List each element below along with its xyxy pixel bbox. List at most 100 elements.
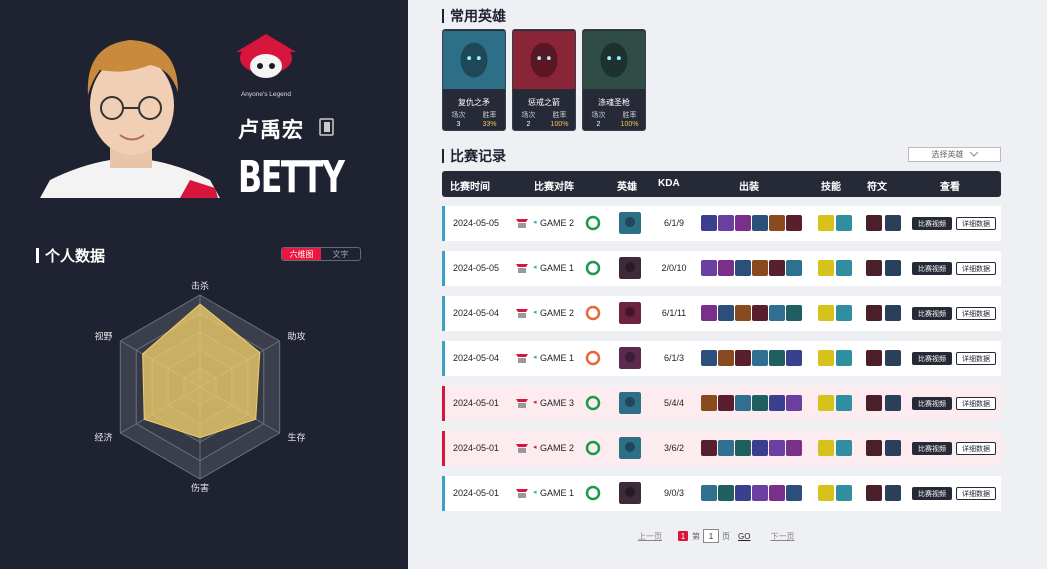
runes-group	[866, 440, 901, 456]
match-row: 2024-05-05 ◂ GAME 1 2/0/10 比赛视频 详细数据	[442, 251, 1001, 286]
games-value: 3	[456, 121, 461, 128]
item-icon	[786, 260, 802, 276]
rune-secondary-icon	[885, 305, 901, 321]
rune-secondary-icon	[885, 260, 901, 276]
hero-icon	[619, 482, 641, 504]
match-video-button[interactable]: 比赛视频	[912, 217, 952, 230]
match-row: 2024-05-04 ◂ GAME 1 6/1/3 比赛视频 详细数据	[442, 341, 1001, 376]
current-page-indicator: 1	[678, 531, 688, 541]
hero-name: 涤魂圣枪	[598, 98, 630, 107]
skill-heal-icon	[836, 440, 852, 456]
item-icon	[701, 305, 717, 321]
toggle-radar[interactable]: 六维图	[282, 248, 321, 260]
result-arrow-icon: ◂	[533, 399, 537, 406]
item-icon	[735, 260, 751, 276]
hero-card[interactable]: 惩戒之箭 场次 2 胜率 100%	[512, 29, 576, 131]
item-icon	[769, 485, 785, 501]
match-detail-button[interactable]: 详细数据	[956, 442, 996, 455]
opponent-logo-icon	[585, 260, 601, 276]
match-video-button[interactable]: 比赛视频	[912, 487, 952, 500]
game-number: GAME 2	[540, 443, 575, 453]
skills-group	[818, 305, 852, 321]
team-logo-icon	[516, 444, 528, 453]
header-items: 出装	[739, 182, 759, 193]
item-icon	[718, 440, 734, 456]
item-icon	[769, 260, 785, 276]
skill-heal-icon	[836, 485, 852, 501]
radar-label: 击杀	[191, 280, 209, 291]
match-video-button[interactable]: 比赛视频	[912, 307, 952, 320]
player-game-id: BETTY	[238, 152, 345, 203]
hero-card[interactable]: 涤魂圣枪 场次 2 胜率 100%	[582, 29, 646, 131]
item-icon	[752, 260, 768, 276]
match-detail-button[interactable]: 详细数据	[956, 262, 996, 275]
header-runes: 符文	[867, 182, 887, 193]
runes-group	[866, 350, 901, 366]
result-arrow-icon: ◂	[533, 444, 537, 451]
game-number: GAME 1	[540, 488, 575, 498]
item-icon	[701, 485, 717, 501]
item-icon	[735, 350, 751, 366]
section-title-stats: 个人数据	[36, 245, 105, 266]
item-icon	[786, 215, 802, 231]
toggle-text[interactable]: 文字	[321, 248, 360, 260]
match-detail-button[interactable]: 详细数据	[956, 217, 996, 230]
main-content: 常用英雄 复仇之矛 场次 3 胜率 33% 惩戒之箭 场次 2 胜率 100% 涤魂圣枪 场次 2 胜率 1…	[408, 0, 1047, 569]
items-group	[701, 440, 802, 456]
skills-group	[818, 350, 852, 366]
winrate-label: 胜率	[482, 112, 497, 119]
team-logo-icon	[516, 489, 528, 498]
winrate-label: 胜率	[552, 112, 567, 119]
radar-label: 生存	[287, 432, 305, 443]
game-number: GAME 3	[540, 398, 575, 408]
match-date: 2024-05-01	[453, 398, 500, 408]
section-title-matches: 比赛记录	[442, 146, 506, 166]
player-profile-panel: Anyone's Legend 卢禹宏 BETTY 个人数据 六维图 文字 击杀…	[0, 0, 408, 569]
opponent-logo-icon	[585, 395, 601, 411]
match-date: 2024-05-01	[453, 443, 500, 453]
hero-select-label: 选择英雄	[931, 150, 964, 159]
match-video-button[interactable]: 比赛视频	[912, 397, 952, 410]
hero-icon	[619, 257, 641, 279]
prev-page-link[interactable]: 上一页	[638, 531, 662, 542]
item-icon	[769, 440, 785, 456]
item-icon	[735, 485, 751, 501]
header-hero: 英雄	[617, 182, 637, 193]
header-skills: 技能	[821, 182, 841, 193]
match-video-button[interactable]: 比赛视频	[912, 262, 952, 275]
go-button[interactable]: GO	[738, 532, 750, 541]
rune-primary-icon	[866, 485, 882, 501]
runes-group	[866, 395, 901, 411]
stats-view-toggle[interactable]: 六维图 文字	[281, 247, 361, 261]
item-icon	[718, 395, 734, 411]
rune-primary-icon	[866, 440, 882, 456]
copy-icon[interactable]	[319, 118, 335, 136]
opponent-logo-icon	[585, 215, 601, 231]
winrate-label: 胜率	[622, 112, 637, 119]
kda-value: 5/4/4	[663, 398, 685, 408]
page-number-input[interactable]: 1	[703, 529, 719, 543]
match-row: 2024-05-05 ◂ GAME 2 6/1/9 比赛视频 详细数据	[442, 206, 1001, 241]
item-icon	[718, 215, 734, 231]
match-video-button[interactable]: 比赛视频	[912, 442, 952, 455]
rune-secondary-icon	[885, 440, 901, 456]
match-detail-button[interactable]: 详细数据	[956, 397, 996, 410]
game-number: GAME 1	[540, 353, 575, 363]
item-icon	[718, 485, 734, 501]
skill-flash-icon	[818, 215, 834, 231]
rune-primary-icon	[866, 350, 882, 366]
kda-value: 6/1/9	[663, 218, 685, 228]
hero-card[interactable]: 复仇之矛 场次 3 胜率 33%	[442, 29, 506, 131]
match-detail-button[interactable]: 详细数据	[956, 352, 996, 365]
page-suffix: 页	[722, 531, 730, 541]
match-video-button[interactable]: 比赛视频	[912, 352, 952, 365]
item-icon	[752, 215, 768, 231]
match-detail-button[interactable]: 详细数据	[956, 307, 996, 320]
item-icon	[701, 215, 717, 231]
hero-select-dropdown[interactable]: 选择英雄	[908, 147, 1001, 162]
item-icon	[786, 395, 802, 411]
match-detail-button[interactable]: 详细数据	[956, 487, 996, 500]
skills-group	[818, 440, 852, 456]
match-date: 2024-05-04	[453, 353, 500, 363]
next-page-link[interactable]: 下一页	[770, 531, 794, 542]
